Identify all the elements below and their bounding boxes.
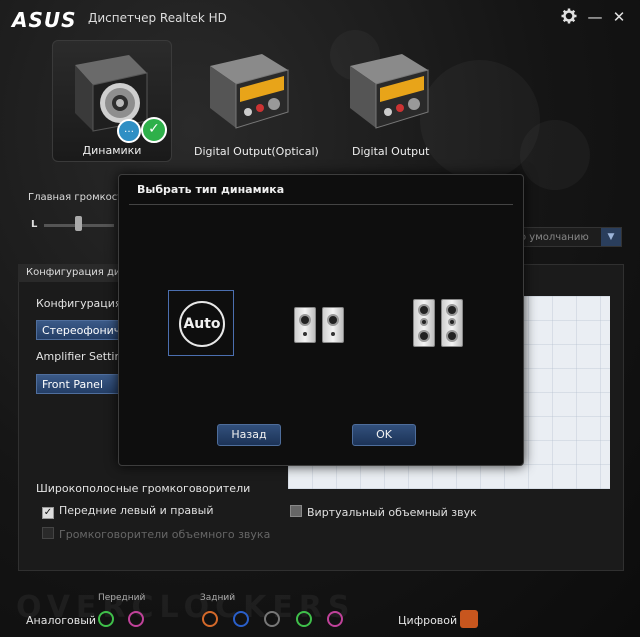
speaker-type-dialog: Выбрать тип динамика Auto Назад OK bbox=[118, 174, 524, 466]
main-volume-label: Главная громкость bbox=[28, 192, 130, 203]
device-label: Динамики bbox=[82, 144, 142, 157]
ok-button[interactable]: OK bbox=[352, 424, 416, 446]
asus-logo: ASUS bbox=[12, 8, 77, 32]
jack-front-green[interactable] bbox=[98, 611, 114, 627]
device-digital-output[interactable] bbox=[330, 40, 448, 160]
virtual-surround-row[interactable]: Виртуальный объемный звук bbox=[290, 505, 477, 519]
gear-icon[interactable] bbox=[560, 8, 578, 26]
stereo-speaker-right-icon bbox=[322, 307, 344, 343]
wideband-title: Широкополосные громкоговорители bbox=[36, 482, 251, 495]
dialog-title: Выбрать тип динамика bbox=[137, 183, 285, 196]
jack-rear-orange[interactable] bbox=[202, 611, 218, 627]
jack-rear-green[interactable] bbox=[296, 611, 312, 627]
minimize-button[interactable]: — bbox=[586, 8, 604, 26]
front-lr-checkbox-row[interactable]: ✓ Передние левый и правый bbox=[42, 504, 214, 519]
rear-jacks-label: Задний bbox=[200, 593, 236, 603]
front-lr-checkbox[interactable]: ✓ bbox=[42, 507, 54, 519]
jack-rear-gray[interactable] bbox=[264, 611, 280, 627]
tower-speaker-right-icon bbox=[441, 299, 463, 347]
tower-speaker-left-icon bbox=[413, 299, 435, 347]
virtual-surround-checkbox[interactable] bbox=[290, 505, 302, 517]
auto-label: Auto bbox=[179, 301, 225, 347]
config-dropdown[interactable]: Стереофониче bbox=[36, 320, 126, 340]
window-title: Диспетчер Realtek HD bbox=[88, 11, 227, 25]
amplifier-dropdown[interactable]: Front Panel bbox=[36, 374, 126, 394]
front-jacks-label: Передний bbox=[98, 593, 146, 603]
surround-checkbox-row: Громкоговорители объемного звука bbox=[42, 527, 270, 541]
back-button[interactable]: Назад bbox=[217, 424, 281, 446]
jack-front-pink[interactable] bbox=[128, 611, 144, 627]
jack-rear-blue[interactable] bbox=[233, 611, 249, 627]
speaker-type-3way[interactable] bbox=[413, 299, 463, 347]
chat-icon: … bbox=[117, 119, 141, 143]
chevron-down-icon: ▼ bbox=[601, 228, 621, 246]
volume-slider-thumb[interactable] bbox=[75, 216, 82, 231]
app-window: ASUS Диспетчер Realtek HD — ✕ … ✓ Динами… bbox=[0, 0, 640, 637]
volume-left-label: L bbox=[31, 219, 38, 230]
device-label: Digital Output(Optical) bbox=[194, 145, 319, 158]
jack-rear-pink[interactable] bbox=[327, 611, 343, 627]
device-label: Digital Output bbox=[352, 145, 430, 158]
digital-label: Цифровой bbox=[398, 614, 458, 627]
check-icon: ✓ bbox=[141, 117, 167, 143]
default-dropdown-text: о умолчанию bbox=[520, 232, 589, 243]
dialog-separator bbox=[129, 204, 513, 205]
surround-checkbox bbox=[42, 527, 54, 539]
amplifier-setting-label: Amplifier Setting bbox=[36, 350, 129, 363]
device-speakers[interactable]: … ✓ Динамики bbox=[52, 40, 172, 162]
tab-speaker-config[interactable]: Конфигурация дин bbox=[18, 264, 128, 282]
device-digital-optical[interactable] bbox=[190, 40, 308, 160]
close-button[interactable]: ✕ bbox=[610, 8, 628, 26]
digital-output-icon bbox=[210, 54, 289, 129]
front-lr-label: Передние левый и правый bbox=[59, 504, 214, 517]
analog-label: Аналоговый bbox=[26, 614, 97, 627]
digital-output-icon bbox=[350, 54, 429, 129]
speaker-type-auto[interactable]: Auto bbox=[168, 290, 234, 356]
title-bar[interactable]: ASUS Диспетчер Realtek HD — ✕ bbox=[0, 0, 640, 36]
digital-jack-icon[interactable] bbox=[460, 610, 478, 628]
stereo-speaker-left-icon bbox=[294, 307, 316, 343]
background-bubble bbox=[520, 120, 590, 190]
surround-label: Громкоговорители объемного звука bbox=[59, 528, 271, 541]
virtual-surround-label: Виртуальный объемный звук bbox=[307, 506, 477, 519]
speaker-type-stereo[interactable] bbox=[294, 307, 344, 343]
